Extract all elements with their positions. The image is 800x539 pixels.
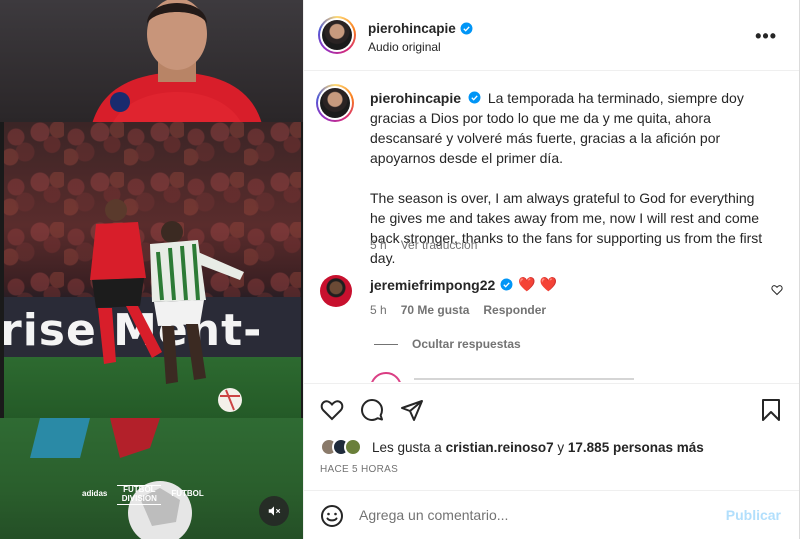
comment-composer: Publicar	[304, 490, 799, 539]
caption-age[interactable]: 5 h	[370, 238, 387, 252]
adidas-logo: adidas	[82, 489, 108, 499]
commenter-username[interactable]: jeremiefrimpong22	[370, 277, 495, 293]
verified-badge-icon	[468, 91, 481, 104]
post-media[interactable]: rise Ment- adidas FUTBOL DIVISION FUTBOL	[0, 0, 303, 539]
caption-avatar[interactable]	[316, 84, 354, 122]
likes-summary: Les gusta a cristian.reinoso7 y 17.885 p…	[320, 438, 704, 456]
comment-likes[interactable]: 70 Me gusta	[401, 303, 470, 317]
hide-replies-label: Ocultar respuestas	[412, 337, 521, 351]
mute-icon	[268, 506, 281, 516]
share-icon[interactable]	[400, 398, 424, 422]
comment-row: jeremiefrimpong22 ❤️ ❤️	[370, 276, 557, 293]
ball-graphic	[30, 418, 192, 539]
players-graphic	[90, 199, 244, 412]
comment-icon[interactable]	[360, 398, 384, 422]
player-portrait-graphic	[92, 0, 262, 124]
media-top-image	[0, 0, 303, 124]
match-photo: rise Ment-	[4, 122, 301, 418]
likes-mid: y	[557, 439, 565, 455]
translate-link[interactable]: Ver traducción	[401, 238, 478, 252]
likes-count[interactable]: 17.885 personas más	[568, 440, 704, 455]
futbol-logo: FUTBOL	[171, 489, 204, 499]
media-bottom-image	[0, 418, 303, 539]
author-username[interactable]: pierohincapie	[368, 21, 456, 36]
comment-like-heart-icon[interactable]	[771, 284, 783, 296]
comment-text: ❤️ ❤️	[518, 276, 558, 292]
bookmark-icon[interactable]	[760, 398, 782, 422]
commenter-avatar[interactable]	[320, 275, 352, 307]
comment-meta: 5 h 70 Me gusta Responder	[370, 303, 546, 317]
heart-icon[interactable]	[320, 398, 344, 422]
post-header: pierohincapie Audio original •••	[304, 0, 799, 71]
hide-replies-button[interactable]: Ocultar respuestas	[374, 337, 521, 351]
author-avatar[interactable]	[318, 16, 356, 54]
sponsor-logos: adidas FUTBOL DIVISION FUTBOL	[82, 485, 204, 505]
verified-badge-icon	[460, 22, 473, 35]
likes-prefix: Les gusta a	[372, 439, 442, 455]
more-options-icon[interactable]: •••	[755, 26, 777, 47]
audio-link[interactable]: Audio original	[368, 40, 441, 54]
reply-button[interactable]: Responder	[483, 303, 546, 317]
comment-age[interactable]: 5 h	[370, 303, 387, 317]
author-username-row: pierohincapie	[368, 21, 473, 36]
mute-button[interactable]	[259, 496, 289, 526]
comments-scroll-area[interactable]: pierohincapie La temporada ha terminado,…	[304, 72, 799, 382]
futbol-division-logo: FUTBOL DIVISION	[117, 485, 162, 505]
likes-user[interactable]: cristian.reinoso7	[446, 440, 554, 455]
comment-input[interactable]	[359, 504, 719, 526]
caption-username[interactable]: pierohincapie	[370, 90, 461, 106]
post-timestamp[interactable]: HACE 5 HORAS	[320, 464, 398, 475]
caption-meta: 5 h Ver traducción	[370, 238, 477, 252]
post-sidebar: pierohincapie Audio original ••• pierohi…	[303, 0, 800, 539]
verified-badge-icon	[500, 278, 513, 291]
partial-reply-row	[370, 372, 670, 382]
post-actions-bar	[304, 383, 799, 435]
caption-text-en: The season is over, I am always grateful…	[370, 190, 763, 266]
replies-divider	[374, 343, 398, 345]
liker-avatars[interactable]	[320, 438, 362, 456]
emoji-icon[interactable]	[320, 504, 344, 528]
publish-button[interactable]: Publicar	[726, 507, 781, 523]
